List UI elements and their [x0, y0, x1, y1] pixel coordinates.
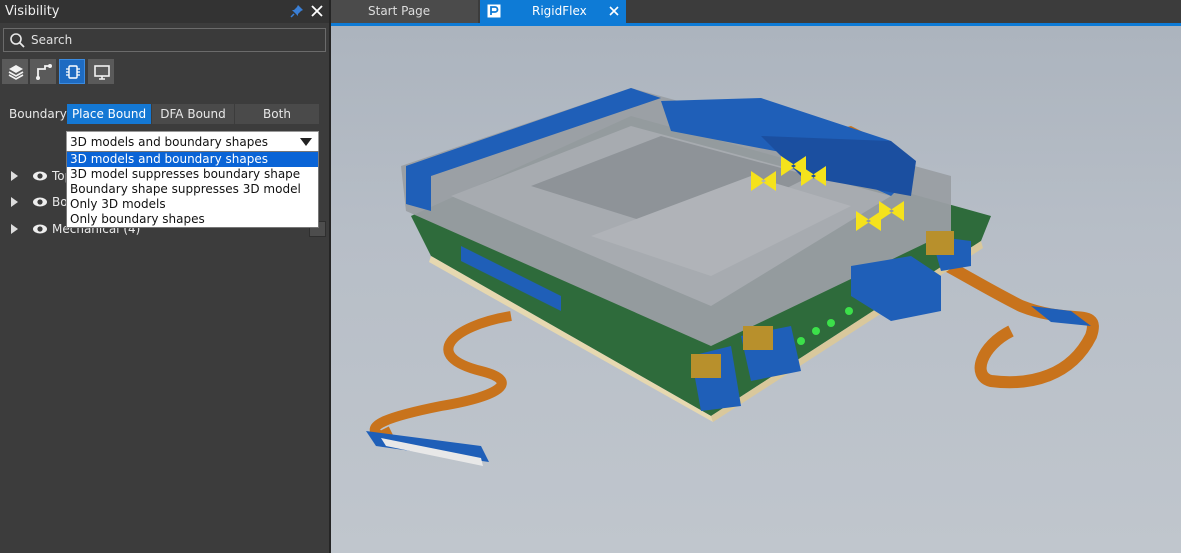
document-tab-bar: Start Page RigidFlex	[331, 0, 1181, 23]
routing-icon	[36, 64, 52, 80]
tab-label: Start Page	[368, 4, 431, 18]
panel-title: Visibility	[5, 4, 60, 19]
component-icon	[66, 65, 80, 79]
display-icon	[94, 65, 110, 80]
3d-viewport[interactable]	[331, 26, 1181, 553]
display-mode-dropdown: 3D models and boundary shapes 3D model s…	[66, 151, 319, 228]
pcb-document-icon	[487, 4, 501, 18]
tab-start-page[interactable]: Start Page	[331, 0, 478, 23]
close-icon[interactable]	[309, 3, 325, 19]
display-button[interactable]	[88, 59, 114, 84]
panel-title-bar: Visibility	[0, 0, 330, 23]
search-placeholder: Search	[31, 33, 73, 47]
pin-icon[interactable]	[290, 4, 304, 18]
visibility-panel: Visibility Search Boundary Place Bound D…	[0, 0, 330, 553]
both-option[interactable]: Both	[235, 104, 319, 124]
pcb-3d-render[interactable]	[331, 26, 1181, 553]
search-icon	[10, 33, 25, 48]
expand-icon[interactable]	[11, 197, 18, 207]
tab-label: RigidFlex	[532, 4, 587, 18]
dropdown-option[interactable]: 3D model suppresses boundary shape	[67, 167, 318, 182]
layers-icon	[8, 65, 24, 80]
display-mode-value: 3D models and boundary shapes	[70, 135, 268, 149]
eye-icon[interactable]	[32, 223, 48, 235]
routing-button[interactable]	[30, 59, 56, 84]
dropdown-option[interactable]: 3D models and boundary shapes	[67, 152, 318, 167]
components-button[interactable]	[59, 59, 85, 84]
dropdown-option[interactable]: Boundary shape suppresses 3D model	[67, 182, 318, 197]
layers-button[interactable]	[2, 59, 28, 84]
expand-icon[interactable]	[11, 224, 18, 234]
search-input[interactable]: Search	[3, 28, 326, 52]
eye-icon[interactable]	[32, 196, 48, 208]
expand-icon[interactable]	[11, 171, 18, 181]
tab-rigidflex[interactable]: RigidFlex	[480, 0, 626, 23]
display-mode-select[interactable]: 3D models and boundary shapes	[66, 131, 319, 152]
close-icon[interactable]	[608, 5, 620, 17]
dropdown-option[interactable]: Only 3D models	[67, 197, 318, 212]
dfa-bound-option[interactable]: DFA Bound	[152, 104, 234, 124]
eye-icon[interactable]	[32, 170, 48, 182]
boundary-label: Boundary	[9, 107, 67, 121]
chevron-down-icon[interactable]	[300, 138, 312, 146]
dropdown-option[interactable]: Only boundary shapes	[67, 212, 318, 227]
place-bound-option[interactable]: Place Bound	[67, 104, 151, 124]
